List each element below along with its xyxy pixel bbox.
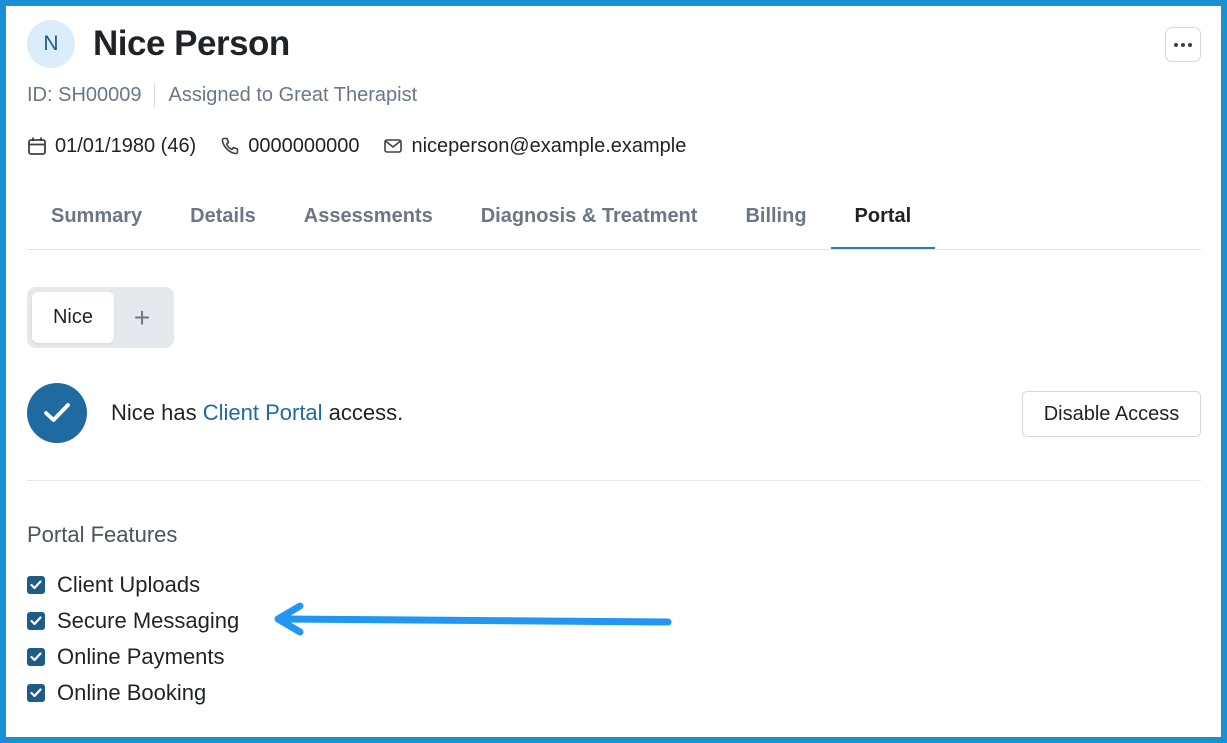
access-suffix: access. (322, 400, 404, 425)
access-prefix: Nice has (111, 400, 203, 425)
mail-icon (383, 136, 403, 156)
portal-features-list: Client Uploads Secure Messaging Online P… (27, 567, 239, 711)
client-portal-link[interactable]: Client Portal (203, 400, 323, 425)
feature-label: Client Uploads (57, 572, 201, 597)
more-options-button[interactable] (1165, 27, 1201, 62)
client-tabs: Summary Details Assessments Diagnosis & … (27, 187, 1201, 250)
annotation-arrow-icon (274, 602, 672, 636)
client-name: Nice Person (93, 24, 290, 63)
avatar: N (27, 20, 75, 68)
contact-tab-nice[interactable]: Nice (32, 292, 114, 343)
access-granted-icon (27, 383, 87, 443)
add-contact-button[interactable]: + (114, 292, 170, 343)
tab-assessments[interactable]: Assessments (280, 187, 457, 249)
client-id: ID: SH00009 (27, 83, 142, 106)
feature-label: Online Payments (57, 644, 225, 669)
tab-details[interactable]: Details (166, 187, 280, 249)
checkbox-checked-icon[interactable] (27, 684, 45, 702)
tab-summary[interactable]: Summary (27, 187, 166, 249)
checkbox-checked-icon[interactable] (27, 648, 45, 666)
feature-client-uploads[interactable]: Client Uploads (27, 567, 239, 603)
phone-item: 0000000000 (220, 135, 359, 158)
client-meta: ID: SH00009 Assigned to Great Therapist (27, 83, 417, 107)
meta-separator (153, 83, 155, 107)
tab-portal[interactable]: Portal (830, 187, 936, 249)
feature-secure-messaging[interactable]: Secure Messaging (27, 603, 239, 639)
ellipsis-icon (1173, 42, 1194, 47)
section-divider (27, 480, 1201, 481)
feature-online-payments[interactable]: Online Payments (27, 639, 239, 675)
dob-item: 01/01/1980 (46) (27, 135, 196, 158)
email-text[interactable]: niceperson@example.example (411, 135, 686, 158)
feature-label: Online Booking (57, 680, 207, 705)
phone-text[interactable]: 0000000000 (248, 135, 359, 158)
contact-info: 01/01/1980 (46) 0000000000 niceperson@ex… (27, 133, 710, 159)
calendar-icon (27, 136, 47, 156)
portal-contact-tabs: Nice + (27, 287, 174, 348)
tab-billing[interactable]: Billing (721, 187, 830, 249)
feature-label: Secure Messaging (57, 608, 240, 633)
disable-access-button[interactable]: Disable Access (1022, 391, 1201, 437)
feature-online-booking[interactable]: Online Booking (27, 675, 239, 711)
access-status-text: Nice has Client Portal access. (111, 399, 403, 427)
phone-icon (220, 136, 240, 156)
tab-diagnosis-treatment[interactable]: Diagnosis & Treatment (457, 187, 722, 249)
checkbox-checked-icon[interactable] (27, 612, 45, 630)
email-item: niceperson@example.example (383, 135, 686, 158)
assigned-therapist: Assigned to Great Therapist (168, 83, 418, 106)
checkbox-checked-icon[interactable] (27, 576, 45, 594)
plus-icon: + (133, 301, 151, 333)
portal-features-heading: Portal Features (27, 522, 178, 547)
dob-text: 01/01/1980 (46) (55, 134, 197, 157)
